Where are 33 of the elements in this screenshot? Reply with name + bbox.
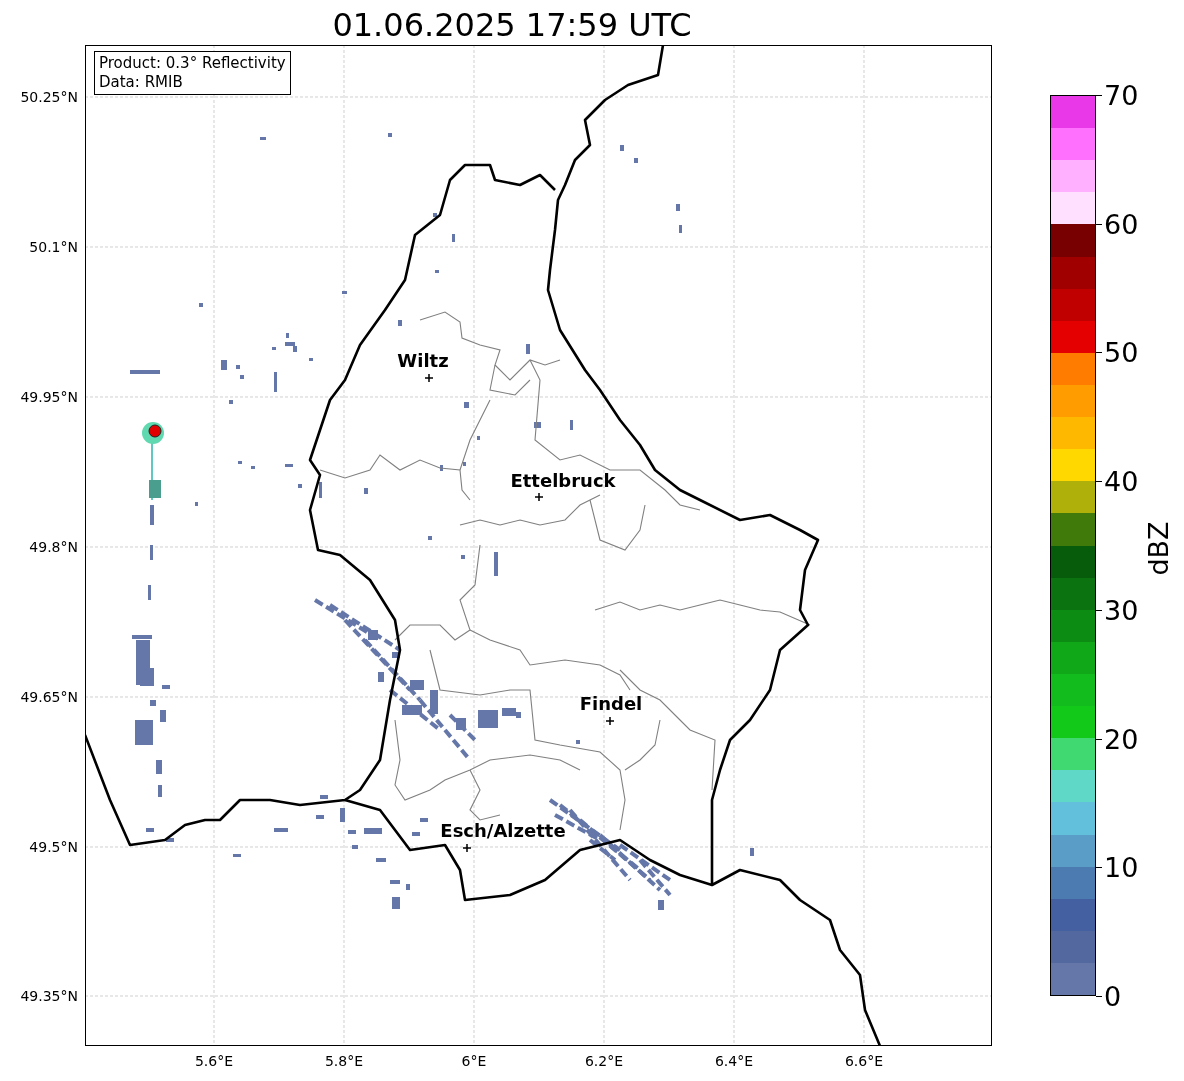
axis-tick-label: 49.8°N	[28, 540, 78, 554]
city-marker-icon	[535, 493, 543, 501]
city-marker-icon	[425, 374, 433, 382]
colorbar-tick-label: 10	[1104, 854, 1139, 882]
colorbar-tick-label: 20	[1104, 725, 1139, 753]
info-text: Product: 0.3° Reflectivity	[99, 54, 286, 73]
axis-tick-label: 49.35°N	[19, 989, 78, 1003]
colorbar-tick-label: 60	[1104, 210, 1139, 238]
colorbar-label: dBZ	[1144, 520, 1172, 578]
info-text: Data: RMIB	[99, 73, 184, 92]
city-marker-icon	[463, 844, 471, 852]
colorbar-tick-label: 0	[1104, 983, 1122, 1010]
axis-tick-label: 50.25°N	[19, 90, 78, 104]
axis-tick-label: 5.8°E	[323, 1054, 365, 1068]
axis-tick-label: 6.6°E	[843, 1054, 885, 1068]
colorbar-tick-label: 70	[1104, 82, 1139, 109]
city-marker-icon	[606, 717, 614, 725]
axis-tick-label: 49.5°N	[28, 840, 78, 854]
axis-tick-label: 6.4°E	[713, 1054, 755, 1068]
axis-tick-label: 6.2°E	[583, 1054, 625, 1068]
axis-tick-label: 6°E	[460, 1054, 488, 1068]
colorbar-tick-label: 30	[1104, 596, 1139, 624]
axis-tick-label: 50.1°N	[28, 240, 78, 254]
colorbar-tick-label: 50	[1104, 339, 1139, 367]
chart-title: 01.06.2025 17:59 UTC	[331, 9, 693, 41]
city-label: Findel	[578, 695, 644, 713]
axis-tick-label: 49.65°N	[19, 690, 78, 704]
colorbar-tick-label: 40	[1104, 468, 1139, 496]
city-label: Ettelbruck	[509, 472, 617, 490]
axis-tick-label: 5.6°E	[193, 1054, 235, 1068]
axis-tick-label: 49.95°N	[19, 390, 78, 404]
city-label: Wiltz	[396, 352, 450, 370]
city-label: Esch/Alzette	[439, 822, 567, 840]
